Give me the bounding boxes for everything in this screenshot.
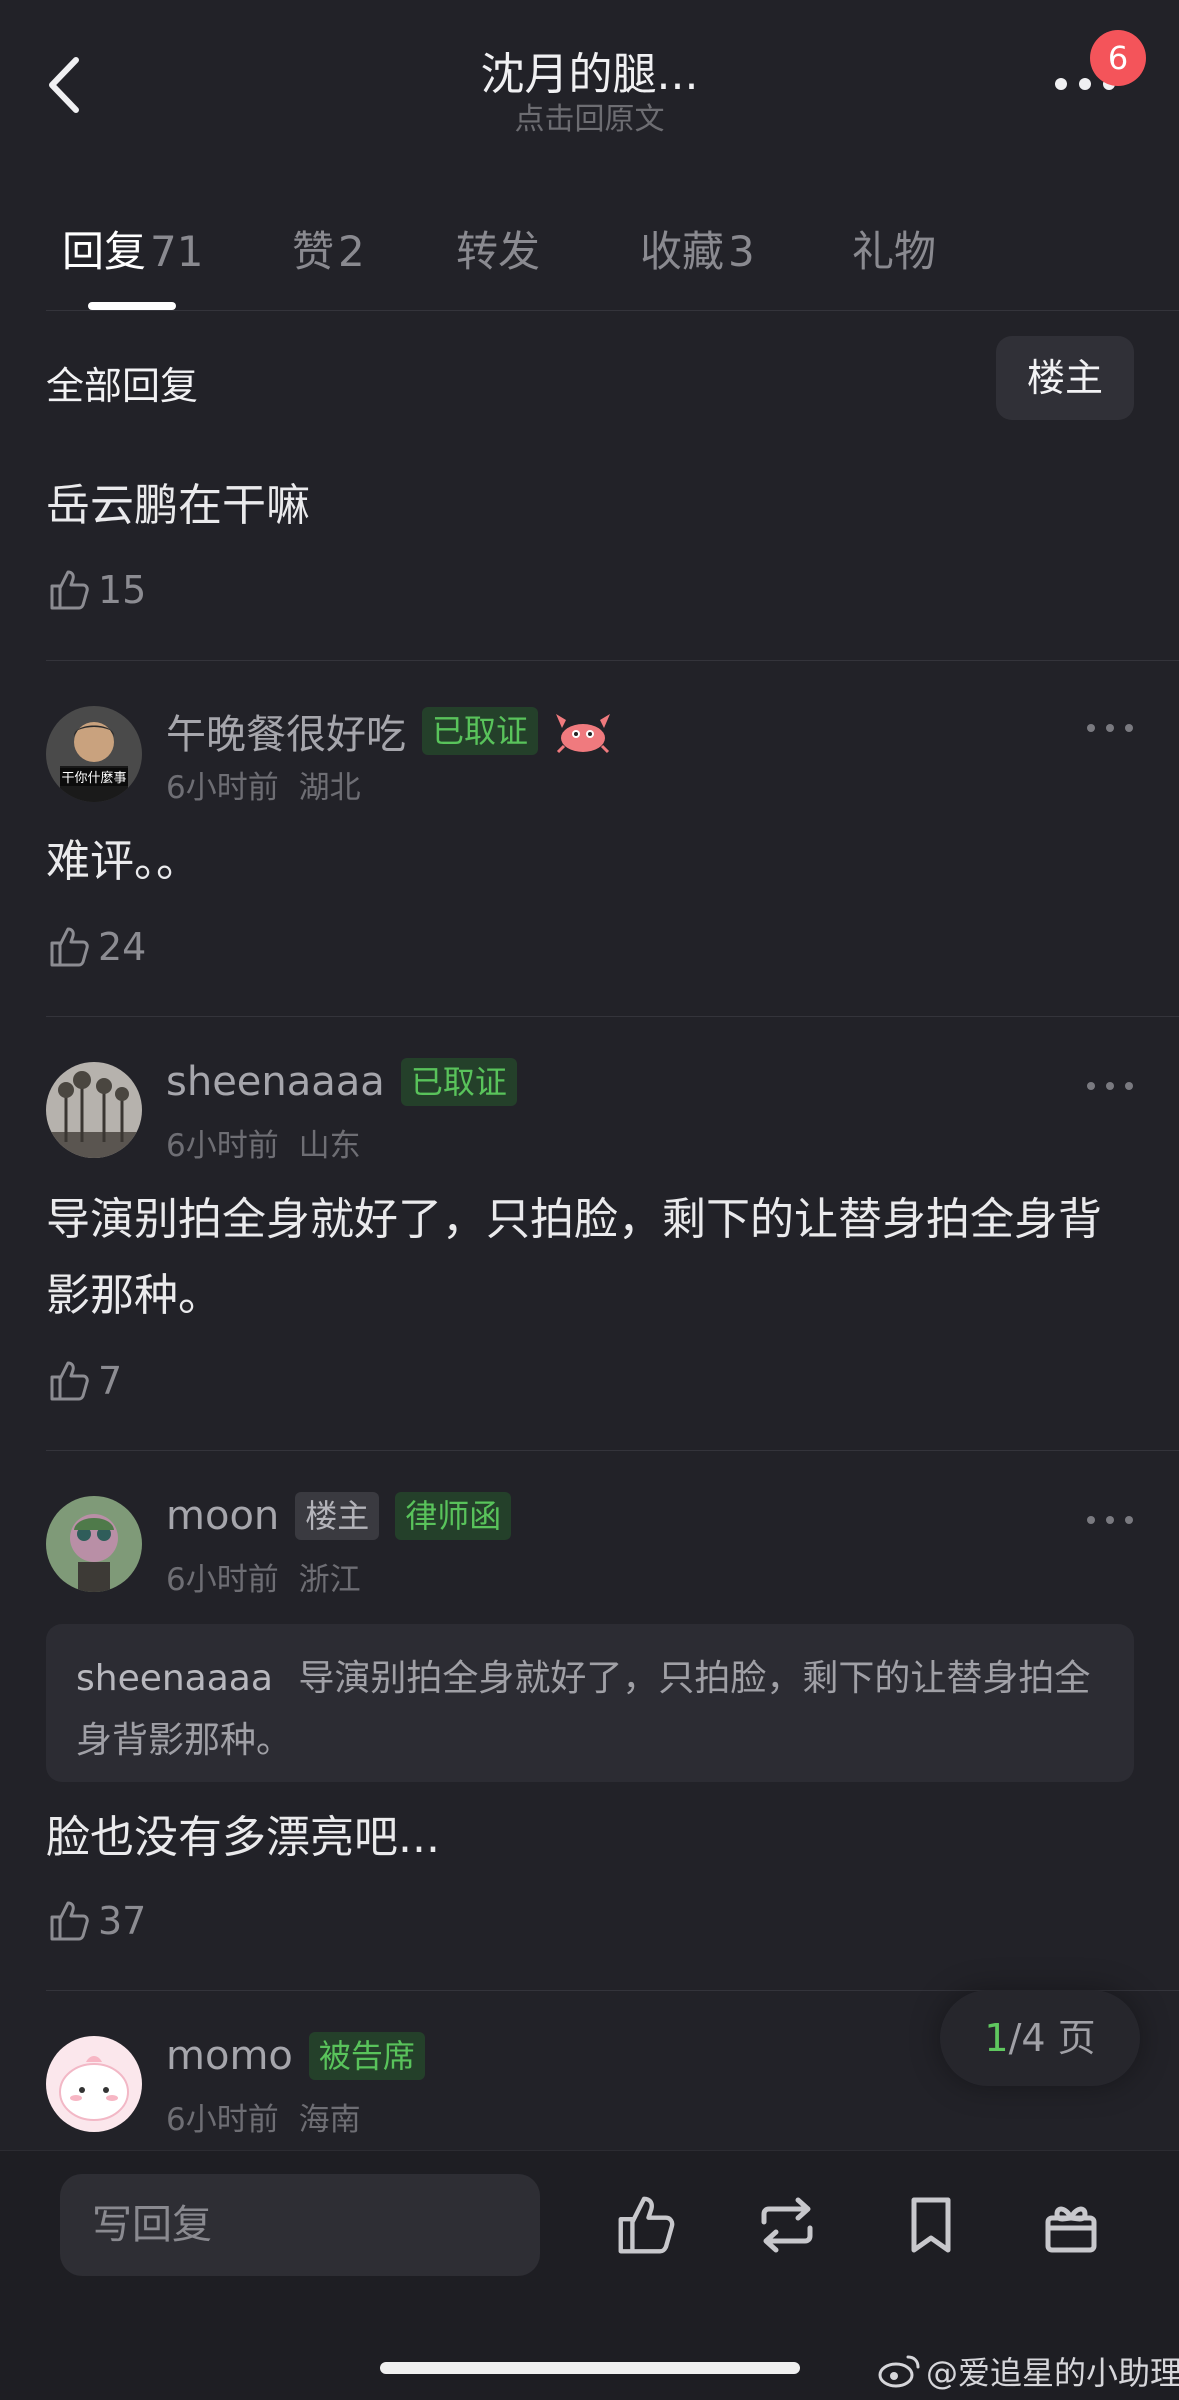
comment-meta: 6小时前 湖北 (166, 762, 361, 807)
timestamp: 6小时前 (166, 2102, 279, 2138)
divider (46, 310, 1179, 311)
like-count: 15 (98, 568, 147, 612)
more-icon[interactable] (1085, 1510, 1135, 1530)
user-tag: 已取证 (400, 1058, 517, 1106)
weibo-logo-icon (878, 2355, 920, 2388)
notification-badge: 6 (1090, 30, 1146, 86)
user-tag: 被告席 (308, 2032, 425, 2080)
like-icon[interactable] (612, 2190, 682, 2260)
tab-label: 礼物 (852, 227, 937, 276)
tab-label: 转发 (456, 227, 541, 276)
tab-favorites[interactable]: 收藏3 (640, 218, 755, 279)
tab-label: 赞 (292, 227, 335, 276)
tab-likes[interactable]: 赞2 (292, 218, 365, 279)
like-button[interactable]: 15 (46, 565, 146, 615)
avatar[interactable] (46, 1062, 142, 1158)
thumbs-up-icon (50, 570, 89, 610)
current-page: 1 (984, 2016, 1009, 2060)
location: 湖北 (298, 770, 361, 806)
like-count: 7 (98, 1359, 123, 1403)
active-tab-indicator (88, 302, 176, 310)
comment-author: sheenaaaa 已取证 (166, 1058, 517, 1106)
quoted-user: sheenaaaa (76, 1658, 273, 1699)
location: 山东 (298, 1128, 361, 1164)
like-button[interactable]: 24 (46, 922, 146, 972)
more-icon[interactable] (1085, 1076, 1135, 1096)
comment-author: momo 被告席 (166, 2032, 425, 2080)
tab-count: 2 (338, 227, 365, 276)
username[interactable]: sheenaaaa (166, 1059, 385, 1105)
reply-input[interactable]: 写回复 (60, 2174, 540, 2276)
crab-icon (552, 706, 614, 756)
thumbs-up-icon (50, 1361, 89, 1401)
comment-page: 沈月的腿... 点击回原文 6 回复71 赞2 转发 收藏3 礼物 全部回复 楼… (0, 0, 1179, 2400)
comment-meta: 6小时前 浙江 (166, 1554, 361, 1599)
like-button[interactable]: 7 (46, 1356, 122, 1406)
comment-meta: 6小时前 山东 (166, 1120, 361, 1165)
timestamp: 6小时前 (166, 1562, 279, 1598)
avatar[interactable]: 干你什麼事 (46, 706, 142, 802)
comment-text[interactable]: 导演别拍全身就好了，只拍脸，剩下的让替身拍全身背影那种。 (46, 1182, 1136, 1334)
quoted-reply[interactable]: sheenaaaa 导演别拍全身就好了，只拍脸，剩下的让替身拍全身背影那种。 (46, 1624, 1134, 1782)
like-button[interactable]: 37 (46, 1896, 146, 1946)
divider (46, 1450, 1179, 1451)
home-indicator (380, 2362, 800, 2374)
repost-icon[interactable] (752, 2190, 822, 2260)
post-title[interactable]: 沈月的腿... (0, 38, 1179, 102)
tab-replies[interactable]: 回复71 (62, 218, 203, 279)
op-filter-button[interactable]: 楼主 (996, 336, 1134, 420)
thumbs-up-icon (50, 1901, 89, 1941)
tab-count: 3 (728, 227, 755, 276)
comment-text[interactable]: 难评。。 (46, 824, 1136, 900)
username[interactable]: 午晚餐很好吃 (166, 702, 406, 760)
section-title: 全部回复 (46, 364, 199, 408)
timestamp: 6小时前 (166, 1128, 279, 1164)
more-icon[interactable] (1085, 718, 1135, 738)
like-count: 24 (98, 925, 147, 969)
total-pages: /4 页 (1008, 2016, 1096, 2060)
timestamp: 6小时前 (166, 770, 279, 806)
page-indicator[interactable]: 1/4 页 (940, 1990, 1140, 2086)
watermark: @爱追星的小助理 (878, 2348, 1179, 2394)
avatar-caption: 干你什麼事 (61, 771, 126, 786)
thumbs-up-icon (50, 927, 89, 967)
tab-reposts[interactable]: 转发 (456, 218, 540, 279)
back-to-original-link[interactable]: 点击回原文 (0, 94, 1179, 138)
bookmark-icon[interactable] (896, 2190, 966, 2260)
tab-count: 71 (150, 227, 204, 276)
comment-author: 午晚餐很好吃 已取证 (166, 702, 614, 760)
user-tag: 律师函 (395, 1492, 512, 1540)
comment-meta: 6小时前 海南 (166, 2094, 361, 2139)
comment-author: moon 楼主 律师函 (166, 1492, 512, 1540)
location: 海南 (298, 2102, 361, 2138)
comment-text[interactable]: 脸也没有多漂亮吧... (46, 1800, 1136, 1876)
avatar[interactable] (46, 1496, 142, 1592)
user-tag: 已取证 (422, 707, 539, 755)
comment-text[interactable]: 岳云鹏在干嘛 (46, 468, 1136, 544)
location: 浙江 (298, 1562, 361, 1598)
gift-icon[interactable] (1036, 2190, 1106, 2260)
divider (46, 1016, 1179, 1017)
username[interactable]: momo (166, 2033, 293, 2079)
op-tag: 楼主 (295, 1492, 380, 1540)
like-count: 37 (98, 1899, 147, 1943)
avatar[interactable] (46, 2036, 142, 2132)
watermark-text: @爱追星的小助理 (926, 2354, 1179, 2392)
username[interactable]: moon (166, 1493, 279, 1539)
divider (46, 660, 1179, 661)
tab-label: 回复 (62, 227, 147, 276)
tab-gifts[interactable]: 礼物 (852, 218, 936, 279)
tab-label: 收藏 (640, 227, 725, 276)
